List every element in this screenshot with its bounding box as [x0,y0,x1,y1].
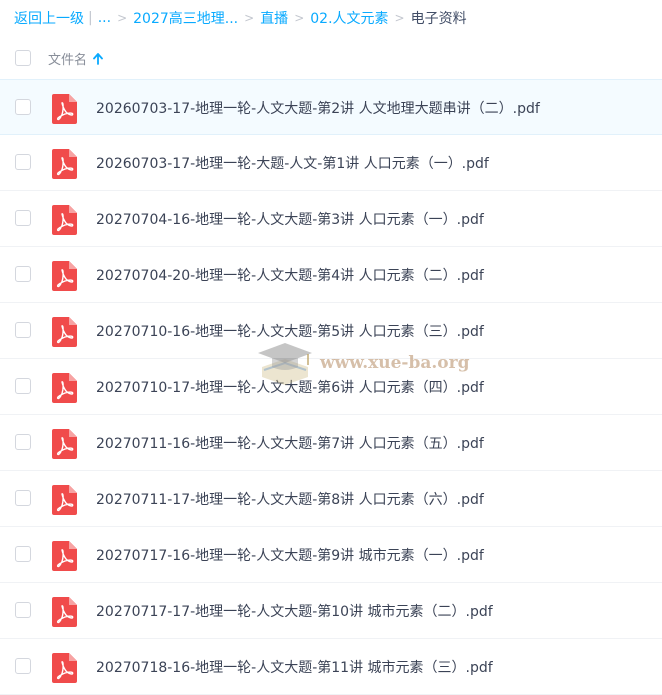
pdf-icon [52,94,77,124]
file-name[interactable]: 20270718-16-地理一轮-人文大题-第11讲 城市元素（三）.pdf [96,657,493,677]
file-checkbox[interactable] [15,322,31,338]
file-checkbox[interactable] [15,154,31,170]
file-list: 20260703-17-地理一轮-人文大题-第2讲 人文地理大题串讲（二）.pd… [0,79,662,695]
file-checkbox[interactable] [15,602,31,618]
file-row[interactable]: 20270710-17-地理一轮-人文大题-第6讲 人口元素（四）.pdf [0,359,662,415]
breadcrumb: 返回上一级 | ... > 2027高三地理... > 直播 > 02.人文元素… [14,7,467,29]
breadcrumb-separator: > [117,11,128,25]
pdf-icon [52,541,77,571]
pdf-icon [52,317,77,347]
file-row[interactable]: 20260703-17-地理一轮-大题-人文-第1讲 人口元素（一）.pdf [0,135,662,191]
breadcrumb-separator: > [244,11,255,25]
file-checkbox[interactable] [15,434,31,450]
file-name[interactable]: 20270711-17-地理一轮-人文大题-第8讲 人口元素（六）.pdf [96,489,484,509]
pdf-icon [52,597,77,627]
file-checkbox[interactable] [15,99,31,115]
file-row[interactable]: 20270717-17-地理一轮-人文大题-第10讲 城市元素（二）.pdf [0,583,662,639]
file-name[interactable]: 20270717-17-地理一轮-人文大题-第10讲 城市元素（二）.pdf [96,601,493,621]
file-checkbox[interactable] [15,210,31,226]
file-row[interactable]: 20270711-17-地理一轮-人文大题-第8讲 人口元素（六）.pdf [0,471,662,527]
file-row[interactable]: 20260703-17-地理一轮-人文大题-第2讲 人文地理大题串讲（二）.pd… [0,79,662,135]
file-checkbox[interactable] [15,490,31,506]
pdf-icon [52,149,77,179]
file-name[interactable]: 20270704-20-地理一轮-人文大题-第4讲 人口元素（二）.pdf [96,265,484,285]
file-name[interactable]: 20270711-16-地理一轮-人文大题-第7讲 人口元素（五）.pdf [96,433,484,453]
select-all-checkbox[interactable] [15,50,31,66]
file-row[interactable]: 20270717-16-地理一轮-人文大题-第9讲 城市元素（一）.pdf [0,527,662,583]
file-row[interactable]: 20270710-16-地理一轮-人文大题-第5讲 人口元素（三）.pdf [0,303,662,359]
pdf-icon [52,485,77,515]
file-checkbox[interactable] [15,546,31,562]
pdf-icon [52,429,77,459]
pdf-icon [52,653,77,683]
file-checkbox[interactable] [15,266,31,282]
pdf-icon [52,261,77,291]
file-name[interactable]: 20270717-16-地理一轮-人文大题-第9讲 城市元素（一）.pdf [96,545,484,565]
filename-column-header[interactable]: 文件名 [48,49,103,68]
breadcrumb-current: 电子资料 [410,11,467,27]
breadcrumb-separator: > [394,11,405,25]
file-name[interactable]: 20270710-16-地理一轮-人文大题-第5讲 人口元素（三）.pdf [96,321,484,341]
pdf-icon [52,373,77,403]
breadcrumb-divider: | [88,10,93,26]
breadcrumb-ellipsis[interactable]: ... [98,10,111,26]
pdf-icon [52,205,77,235]
breadcrumb-item[interactable]: 直播 [260,8,288,28]
file-name[interactable]: 20270704-16-地理一轮-人文大题-第3讲 人口元素（一）.pdf [96,209,484,229]
breadcrumb-separator: > [294,11,305,25]
file-name[interactable]: 20260703-17-地理一轮-人文大题-第2讲 人文地理大题串讲（二）.pd… [96,98,540,118]
file-checkbox[interactable] [15,378,31,394]
breadcrumb-item[interactable]: 02.人文元素 [310,8,388,28]
file-row[interactable]: 20270711-16-地理一轮-人文大题-第7讲 人口元素（五）.pdf [0,415,662,471]
back-link[interactable]: 返回上一级 [14,8,84,28]
file-row[interactable]: 20270704-16-地理一轮-人文大题-第3讲 人口元素（一）.pdf [0,191,662,247]
file-name[interactable]: 20270710-17-地理一轮-人文大题-第6讲 人口元素（四）.pdf [96,377,484,397]
file-list-header: 文件名 [0,38,662,78]
file-row[interactable]: 20270704-20-地理一轮-人文大题-第4讲 人口元素（二）.pdf [0,247,662,303]
arrow-up-icon [93,52,103,65]
file-checkbox[interactable] [15,658,31,674]
filename-column-label: 文件名 [48,53,88,68]
file-name[interactable]: 20260703-17-地理一轮-大题-人文-第1讲 人口元素（一）.pdf [96,153,489,173]
breadcrumb-item[interactable]: 2027高三地理... [133,8,238,28]
